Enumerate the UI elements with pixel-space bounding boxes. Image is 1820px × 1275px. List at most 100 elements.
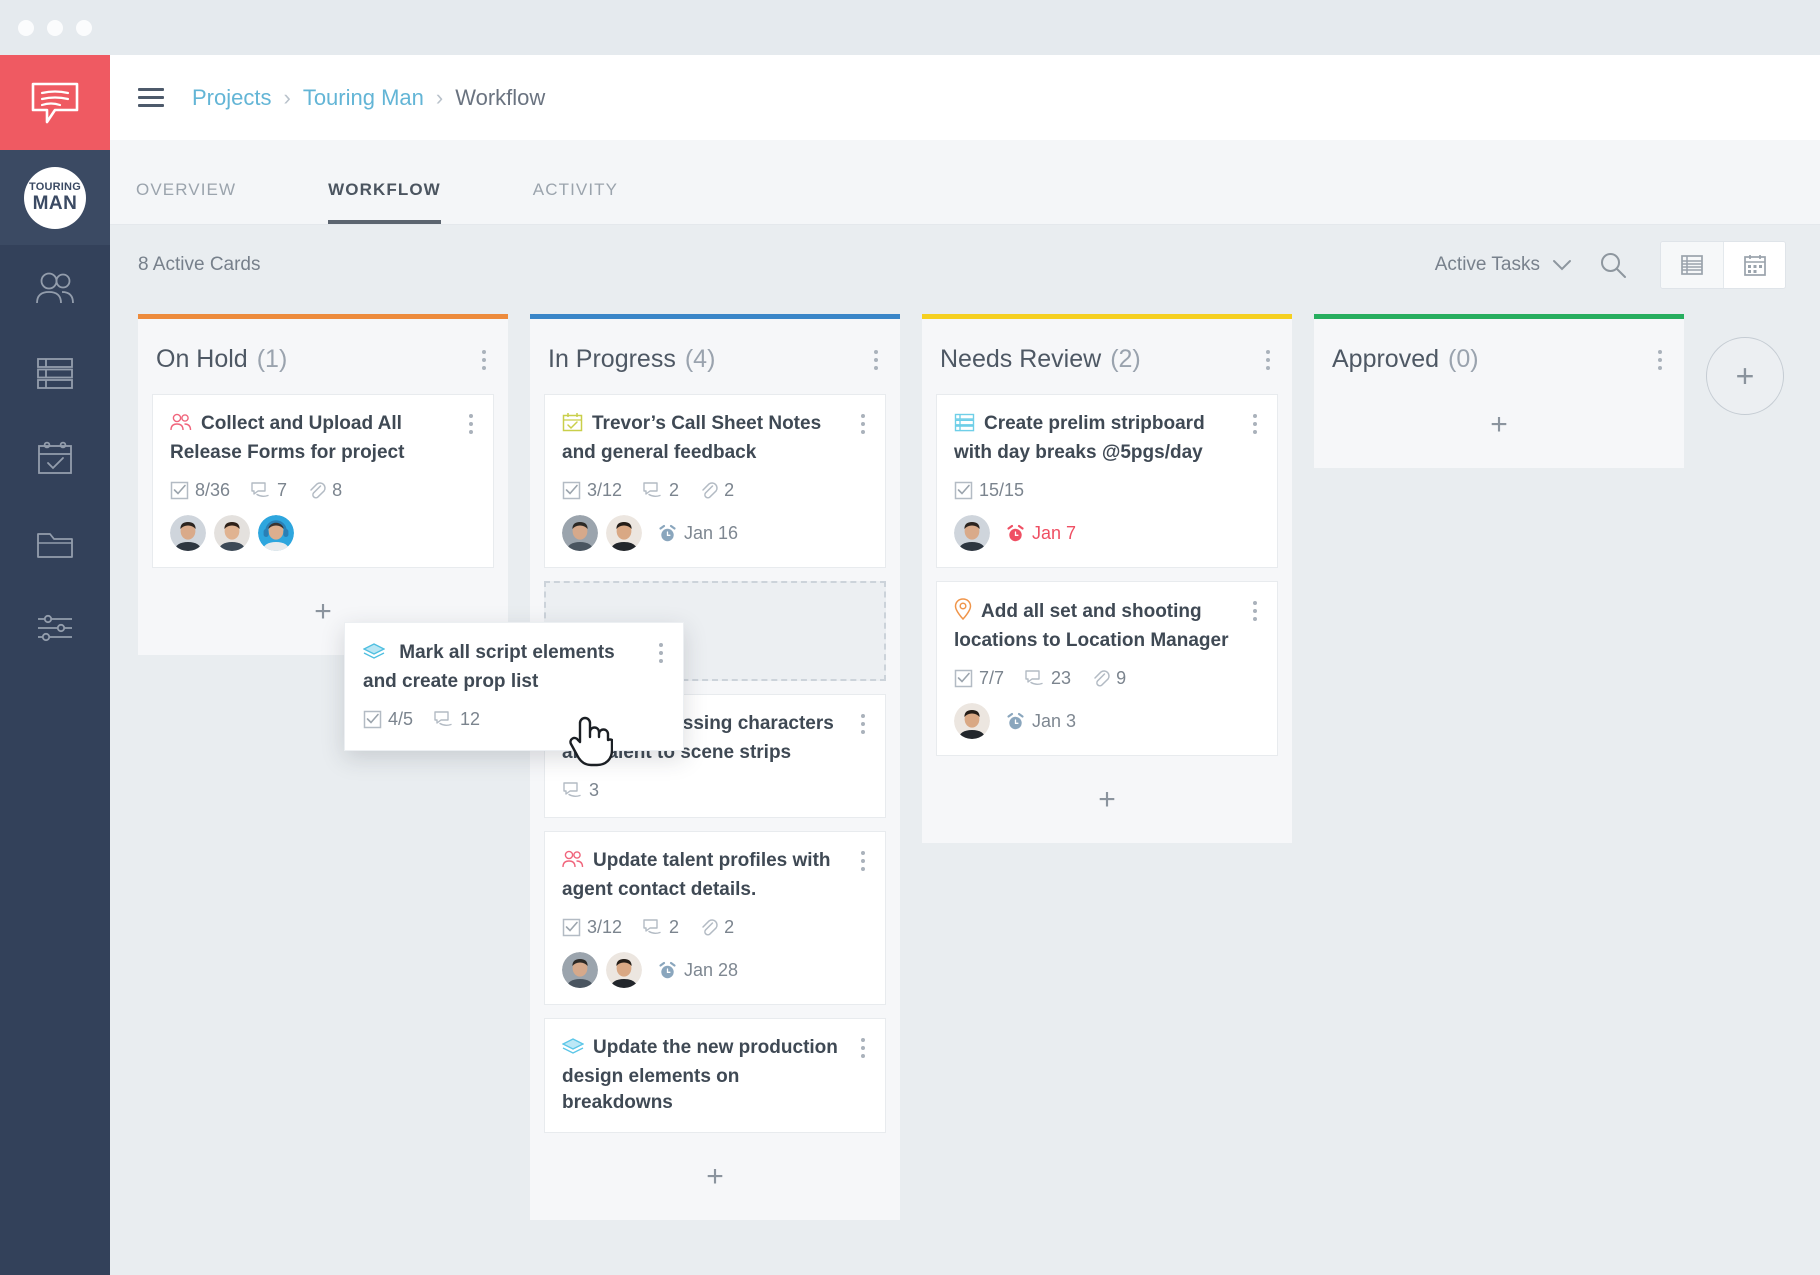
avatar[interactable] (562, 515, 598, 551)
sidebar-item-stripboard[interactable] (0, 330, 110, 415)
app-window: TOURING MAN Projects › Touring Man › Wor… (0, 0, 1820, 1275)
task-card-menu-button[interactable] (1249, 411, 1261, 438)
task-card-menu-button[interactable] (857, 848, 869, 875)
hamburger-icon[interactable] (138, 88, 164, 107)
window-minimize-button[interactable] (47, 19, 63, 36)
task-card-header: Update talent profiles with agent contac… (562, 848, 869, 903)
location-pin-icon (954, 598, 972, 628)
column-menu-button[interactable] (478, 346, 490, 374)
task-card-footer: Jan 7 (954, 515, 1261, 551)
project-switcher[interactable]: TOURING MAN (0, 150, 110, 245)
task-card[interactable]: Add all set and shooting locations to Lo… (936, 581, 1278, 756)
app-logo[interactable] (0, 55, 110, 150)
avatar[interactable] (606, 952, 642, 988)
layers-icon (561, 1038, 585, 1064)
task-card-menu-button[interactable] (1249, 598, 1261, 625)
avatar[interactable] (954, 515, 990, 551)
sidebar-item-settings[interactable] (0, 585, 110, 670)
task-card-meta: 3/12 2 2 (562, 917, 869, 938)
task-card[interactable]: Trevor’s Call Sheet Notes and general fe… (544, 394, 886, 568)
column-menu-button[interactable] (870, 346, 882, 374)
layers-icon (362, 643, 386, 669)
dragged-card-menu-button[interactable] (655, 640, 667, 667)
left-sidebar: TOURING MAN (0, 55, 110, 1275)
avatar[interactable] (258, 515, 294, 551)
checklist-icon (954, 481, 973, 500)
search-icon (1601, 253, 1626, 278)
dragged-card[interactable]: Mark all script elements and create prop… (344, 622, 684, 751)
breadcrumb-projects[interactable]: Projects (192, 85, 271, 111)
breadcrumb-touring-man[interactable]: Touring Man (303, 85, 424, 111)
add-card-button[interactable]: + (530, 1146, 900, 1214)
talent-people-icon (562, 850, 584, 877)
view-toggle-group (1660, 241, 1786, 289)
search-button[interactable] (1598, 250, 1628, 280)
comments-meta-value: 2 (669, 917, 680, 937)
column-card-count: (2) (1110, 345, 1141, 373)
sidebar-item-schedule[interactable] (0, 415, 110, 500)
comment-icon (643, 919, 661, 934)
add-card-button[interactable]: + (1314, 394, 1684, 462)
checklist-meta-value: 15/15 (979, 480, 1025, 500)
task-card[interactable]: Collect and Upload All Release Forms for… (152, 394, 494, 568)
chevron-down-icon (1553, 259, 1571, 270)
project-avatar-line1: TOURING (29, 181, 81, 193)
task-filter-select[interactable]: Active Tasks (1435, 254, 1572, 276)
sidebar-item-files[interactable] (0, 500, 110, 585)
calendar-view-button[interactable] (1723, 242, 1785, 288)
task-card-title-text: Trevor’s Call Sheet Notes and general fe… (562, 413, 822, 463)
list-view-button[interactable] (1661, 242, 1723, 288)
add-column-button[interactable]: + (1706, 337, 1784, 415)
due-date-text: Jan 16 (684, 522, 739, 543)
breadcrumb: Projects › Touring Man › Workflow (192, 85, 545, 111)
column-menu-button[interactable] (1262, 346, 1274, 374)
tab-workflow[interactable]: WORKFLOW (328, 180, 441, 224)
window-close-button[interactable] (18, 19, 34, 36)
tab-overview[interactable]: OVERVIEW (136, 180, 236, 224)
window-maximize-button[interactable] (76, 19, 92, 36)
attachment-icon (702, 482, 718, 499)
checklist-meta-value: 3/12 (587, 480, 623, 500)
task-card-header: Trevor’s Call Sheet Notes and general fe… (562, 411, 869, 466)
rows-list-icon (37, 357, 73, 389)
dragged-card-title: Mark all script elements and create prop… (362, 640, 655, 695)
attachments-meta: 8 (307, 480, 342, 501)
tab-activity[interactable]: ACTIVITY (533, 180, 618, 224)
task-card-menu-button[interactable] (857, 411, 869, 438)
sidebar-item-contacts[interactable] (0, 245, 110, 330)
task-card[interactable]: Update talent profiles with agent contac… (544, 831, 886, 1005)
task-card-title-text: Add all set and shooting locations to Lo… (954, 601, 1229, 651)
task-card[interactable]: Create prelim stripboard with day breaks… (936, 394, 1278, 568)
checklist-icon (954, 669, 973, 688)
stripboard-icon (954, 413, 975, 440)
calendar-check-icon (562, 412, 583, 440)
calendar-check-icon (38, 441, 72, 474)
checklist-icon (363, 710, 382, 729)
avatar[interactable] (170, 515, 206, 551)
task-card-header: Create prelim stripboard with day breaks… (954, 411, 1261, 466)
avatar[interactable] (562, 952, 598, 988)
add-card-button[interactable]: + (922, 769, 1292, 837)
task-card-title: Update the new production design element… (561, 1035, 857, 1116)
task-card[interactable]: Update the new production design element… (544, 1018, 886, 1133)
column-title: In Progress (548, 345, 676, 373)
task-card-title-text: Update the new production design element… (562, 1037, 838, 1113)
column-menu-button[interactable] (1654, 346, 1666, 374)
due-date-text: Jan 3 (1032, 710, 1077, 731)
task-card-menu-button[interactable] (465, 411, 477, 438)
alarm-clock-icon (1007, 524, 1024, 541)
task-card-header: Add all set and shooting locations to Lo… (954, 598, 1261, 654)
attachment-icon (1094, 670, 1110, 687)
task-card-menu-button[interactable] (857, 1035, 869, 1062)
comments-meta-value: 3 (589, 780, 600, 800)
comments-meta-value: 7 (277, 480, 288, 500)
avatar[interactable] (954, 703, 990, 739)
attachment-icon (310, 482, 326, 499)
avatar[interactable] (606, 515, 642, 551)
column-body: Approved (0) + (1314, 319, 1684, 468)
checklist-icon (562, 481, 581, 500)
avatar[interactable] (214, 515, 250, 551)
task-card-menu-button[interactable] (857, 711, 869, 738)
people-icon (36, 272, 74, 303)
column-body: On Hold (1) Collect and Upload All Release… (138, 319, 508, 655)
